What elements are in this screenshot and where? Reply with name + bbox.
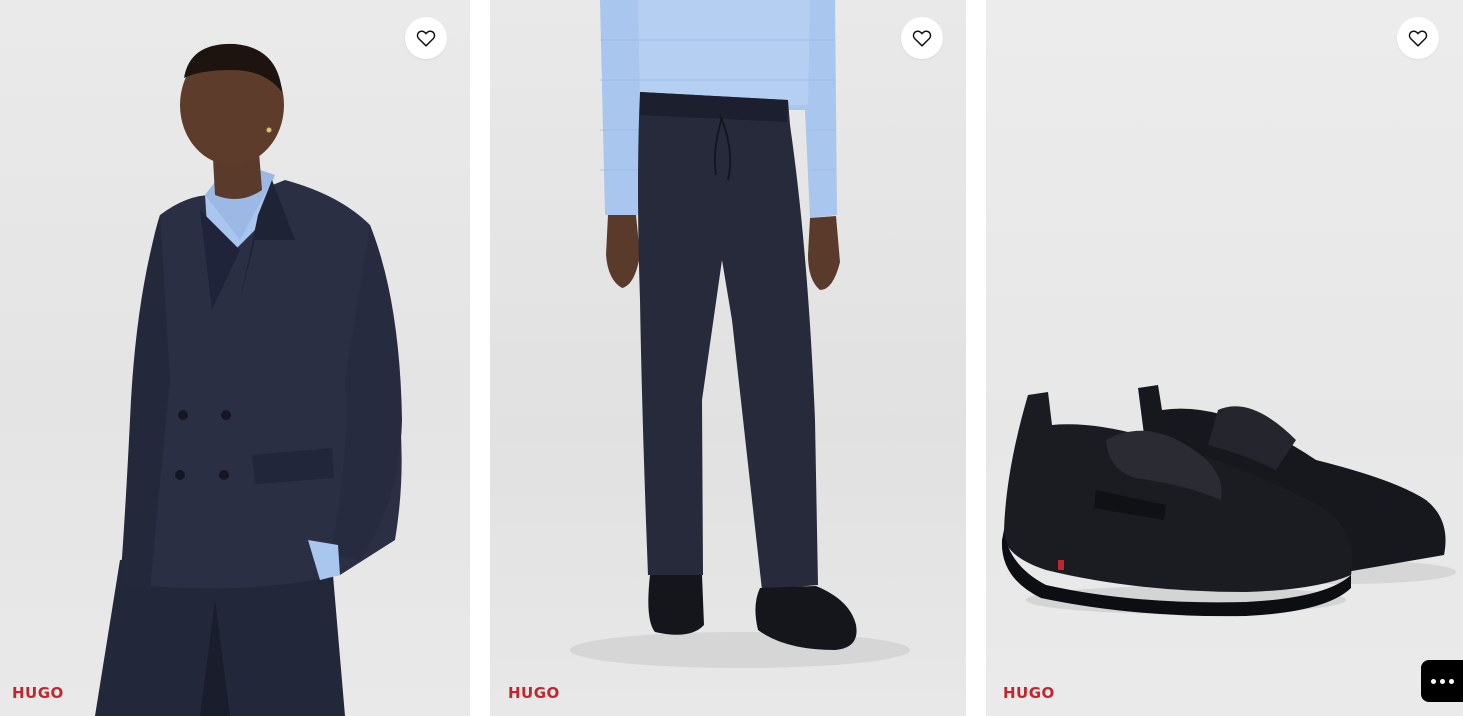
product-grid: HUGO HUGO HUGO xyxy=(0,0,1463,716)
product-image[interactable] xyxy=(0,0,470,716)
brand-label[interactable]: HUGO xyxy=(1003,684,1055,702)
brand-label[interactable]: HUGO xyxy=(508,684,560,702)
product-card[interactable]: HUGO xyxy=(0,0,470,716)
heart-outline-icon xyxy=(416,30,436,47)
wishlist-button[interactable] xyxy=(1397,17,1439,59)
product-image[interactable] xyxy=(490,0,966,716)
product-image[interactable] xyxy=(986,0,1463,716)
wishlist-button[interactable] xyxy=(901,17,943,59)
ellipsis-icon xyxy=(1430,678,1436,684)
product-card[interactable]: HUGO xyxy=(490,0,966,716)
product-card[interactable]: HUGO xyxy=(986,0,1463,716)
wishlist-button[interactable] xyxy=(405,17,447,59)
brand-label[interactable]: HUGO xyxy=(12,684,64,702)
heart-outline-icon xyxy=(1408,30,1428,47)
heart-outline-icon xyxy=(912,30,932,47)
more-options-button[interactable] xyxy=(1421,660,1463,702)
